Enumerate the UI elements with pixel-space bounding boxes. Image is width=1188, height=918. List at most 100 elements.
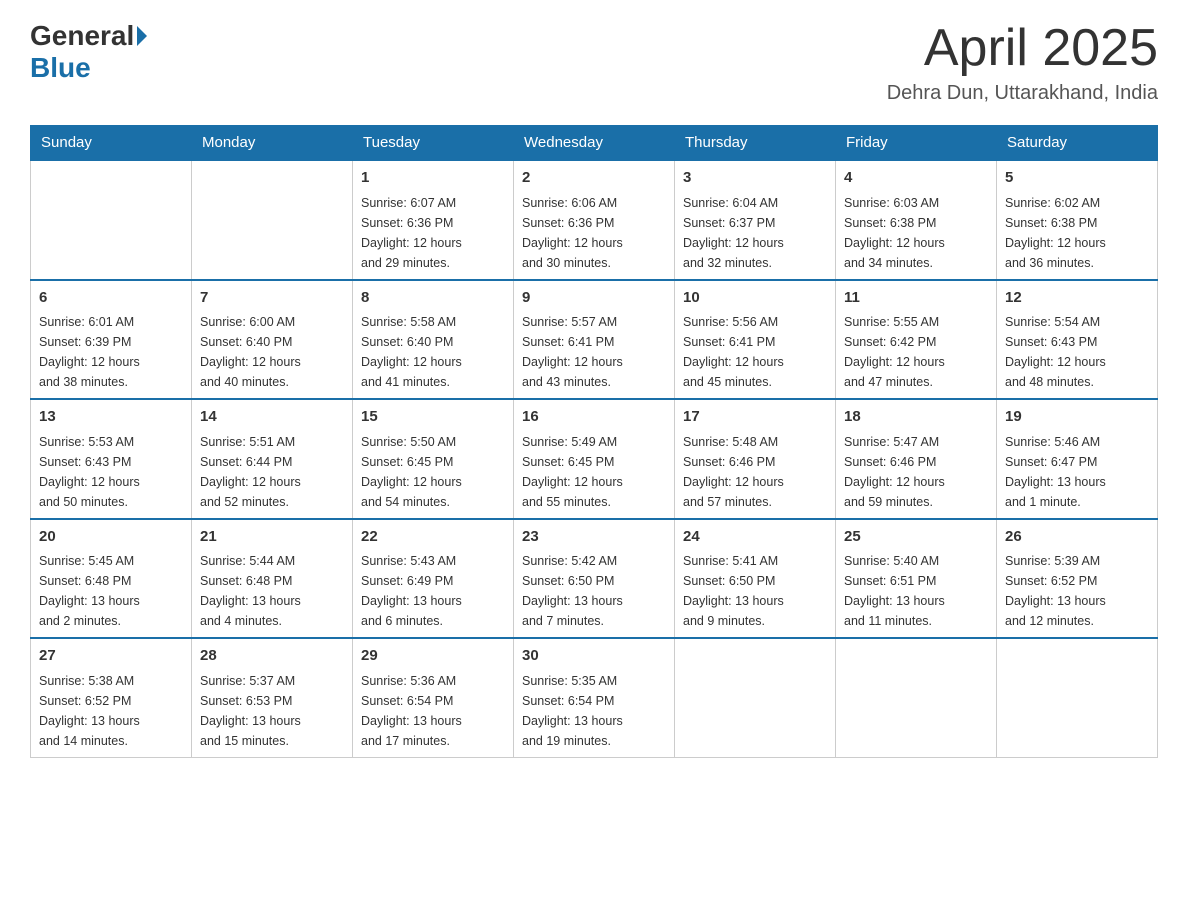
day-info: Sunrise: 5:57 AM Sunset: 6:41 PM Dayligh… bbox=[522, 312, 666, 392]
day-number: 24 bbox=[683, 526, 827, 549]
column-header-tuesday: Tuesday bbox=[353, 126, 514, 161]
day-number: 14 bbox=[200, 406, 344, 429]
day-info: Sunrise: 5:47 AM Sunset: 6:46 PM Dayligh… bbox=[844, 432, 988, 512]
calendar-cell bbox=[675, 638, 836, 757]
calendar-cell: 17 Sunrise: 5:48 AM Sunset: 6:46 PM Dayli… bbox=[675, 399, 836, 519]
day-number: 30 bbox=[522, 645, 666, 668]
column-header-monday: Monday bbox=[192, 126, 353, 161]
day-info: Sunrise: 6:02 AM Sunset: 6:38 PM Dayligh… bbox=[1005, 193, 1149, 273]
day-number: 26 bbox=[1005, 526, 1149, 549]
calendar-body: 1Sunrise: 6:07 AM Sunset: 6:36 PM Daylig… bbox=[31, 160, 1158, 757]
column-header-sunday: Sunday bbox=[31, 126, 192, 161]
calendar-cell: 5 Sunrise: 6:02 AM Sunset: 6:38 PM Daylig… bbox=[997, 160, 1158, 280]
column-header-saturday: Saturday bbox=[997, 126, 1158, 161]
column-header-wednesday: Wednesday bbox=[514, 126, 675, 161]
day-number: 4 bbox=[844, 167, 988, 190]
day-info: Sunrise: 5:55 AM Sunset: 6:42 PM Dayligh… bbox=[844, 312, 988, 392]
day-info: Sunrise: 6:01 AM Sunset: 6:39 PM Dayligh… bbox=[39, 312, 183, 392]
day-number: 7 bbox=[200, 287, 344, 310]
day-info: Sunrise: 5:37 AM Sunset: 6:53 PM Dayligh… bbox=[200, 671, 344, 751]
calendar-cell: 26Sunrise: 5:39 AM Sunset: 6:52 PM Dayli… bbox=[997, 519, 1158, 639]
day-number: 10 bbox=[683, 287, 827, 310]
day-info: Sunrise: 5:46 AM Sunset: 6:47 PM Dayligh… bbox=[1005, 432, 1149, 512]
day-number: 9 bbox=[522, 287, 666, 310]
day-number: 19 bbox=[1005, 406, 1149, 429]
calendar-cell: 16 Sunrise: 5:49 AM Sunset: 6:45 PM Dayli… bbox=[514, 399, 675, 519]
day-number: 21 bbox=[200, 526, 344, 549]
day-number: 27 bbox=[39, 645, 183, 668]
location-subtitle: Dehra Dun, Uttarakhand, India bbox=[887, 82, 1158, 105]
day-info: Sunrise: 5:58 AM Sunset: 6:40 PM Dayligh… bbox=[361, 312, 505, 392]
day-info: Sunrise: 5:50 AM Sunset: 6:45 PM Dayligh… bbox=[361, 432, 505, 512]
day-number: 8 bbox=[361, 287, 505, 310]
day-number: 22 bbox=[361, 526, 505, 549]
day-number: 5 bbox=[1005, 167, 1149, 190]
calendar-cell: 10Sunrise: 5:56 AM Sunset: 6:41 PM Dayli… bbox=[675, 280, 836, 400]
day-info: Sunrise: 5:48 AM Sunset: 6:46 PM Dayligh… bbox=[683, 432, 827, 512]
title-area: April 2025 Dehra Dun, Uttarakhand, India bbox=[887, 20, 1158, 105]
week-row-2: 6Sunrise: 6:01 AM Sunset: 6:39 PM Daylig… bbox=[31, 280, 1158, 400]
day-number: 12 bbox=[1005, 287, 1149, 310]
day-info: Sunrise: 5:49 AM Sunset: 6:45 PM Dayligh… bbox=[522, 432, 666, 512]
day-number: 13 bbox=[39, 406, 183, 429]
week-row-1: 1Sunrise: 6:07 AM Sunset: 6:36 PM Daylig… bbox=[31, 160, 1158, 280]
day-info: Sunrise: 6:06 AM Sunset: 6:36 PM Dayligh… bbox=[522, 193, 666, 273]
calendar-cell: 11Sunrise: 5:55 AM Sunset: 6:42 PM Dayli… bbox=[836, 280, 997, 400]
day-info: Sunrise: 5:42 AM Sunset: 6:50 PM Dayligh… bbox=[522, 551, 666, 631]
logo-arrow-icon bbox=[137, 26, 147, 46]
calendar-cell: 24Sunrise: 5:41 AM Sunset: 6:50 PM Dayli… bbox=[675, 519, 836, 639]
calendar-cell: 29Sunrise: 5:36 AM Sunset: 6:54 PM Dayli… bbox=[353, 638, 514, 757]
day-info: Sunrise: 5:39 AM Sunset: 6:52 PM Dayligh… bbox=[1005, 551, 1149, 631]
column-header-thursday: Thursday bbox=[675, 126, 836, 161]
calendar-cell: 25Sunrise: 5:40 AM Sunset: 6:51 PM Dayli… bbox=[836, 519, 997, 639]
month-title: April 2025 bbox=[887, 20, 1158, 77]
calendar-cell: 7Sunrise: 6:00 AM Sunset: 6:40 PM Daylig… bbox=[192, 280, 353, 400]
calendar-cell: 8Sunrise: 5:58 AM Sunset: 6:40 PM Daylig… bbox=[353, 280, 514, 400]
day-number: 16 bbox=[522, 406, 666, 429]
day-number: 6 bbox=[39, 287, 183, 310]
day-info: Sunrise: 5:44 AM Sunset: 6:48 PM Dayligh… bbox=[200, 551, 344, 631]
calendar-cell: 15Sunrise: 5:50 AM Sunset: 6:45 PM Dayli… bbox=[353, 399, 514, 519]
day-number: 17 bbox=[683, 406, 827, 429]
week-row-4: 20Sunrise: 5:45 AM Sunset: 6:48 PM Dayli… bbox=[31, 519, 1158, 639]
column-header-friday: Friday bbox=[836, 126, 997, 161]
calendar-cell: 28 Sunrise: 5:37 AM Sunset: 6:53 PM Dayli… bbox=[192, 638, 353, 757]
logo: General Blue bbox=[30, 20, 147, 84]
day-info: Sunrise: 5:54 AM Sunset: 6:43 PM Dayligh… bbox=[1005, 312, 1149, 392]
day-info: Sunrise: 6:04 AM Sunset: 6:37 PM Dayligh… bbox=[683, 193, 827, 273]
calendar-cell bbox=[836, 638, 997, 757]
calendar-header: SundayMondayTuesdayWednesdayThursdayFrid… bbox=[31, 126, 1158, 161]
calendar-cell: 22Sunrise: 5:43 AM Sunset: 6:49 PM Dayli… bbox=[353, 519, 514, 639]
calendar-cell: 3Sunrise: 6:04 AM Sunset: 6:37 PM Daylig… bbox=[675, 160, 836, 280]
calendar-cell: 14 Sunrise: 5:51 AM Sunset: 6:44 PM Dayli… bbox=[192, 399, 353, 519]
calendar-cell: 4 Sunrise: 6:03 AM Sunset: 6:38 PM Daylig… bbox=[836, 160, 997, 280]
calendar-cell: 2 Sunrise: 6:06 AM Sunset: 6:36 PM Daylig… bbox=[514, 160, 675, 280]
calendar-cell: 27 Sunrise: 5:38 AM Sunset: 6:52 PM Dayli… bbox=[31, 638, 192, 757]
day-info: Sunrise: 6:03 AM Sunset: 6:38 PM Dayligh… bbox=[844, 193, 988, 273]
day-info: Sunrise: 5:36 AM Sunset: 6:54 PM Dayligh… bbox=[361, 671, 505, 751]
calendar-cell bbox=[997, 638, 1158, 757]
day-number: 2 bbox=[522, 167, 666, 190]
day-info: Sunrise: 5:38 AM Sunset: 6:52 PM Dayligh… bbox=[39, 671, 183, 751]
calendar-table: SundayMondayTuesdayWednesdayThursdayFrid… bbox=[30, 125, 1158, 758]
calendar-cell bbox=[31, 160, 192, 280]
day-info: Sunrise: 5:40 AM Sunset: 6:51 PM Dayligh… bbox=[844, 551, 988, 631]
day-number: 25 bbox=[844, 526, 988, 549]
calendar-cell: 6Sunrise: 6:01 AM Sunset: 6:39 PM Daylig… bbox=[31, 280, 192, 400]
day-info: Sunrise: 5:56 AM Sunset: 6:41 PM Dayligh… bbox=[683, 312, 827, 392]
day-info: Sunrise: 5:43 AM Sunset: 6:49 PM Dayligh… bbox=[361, 551, 505, 631]
logo-blue-text: Blue bbox=[30, 52, 91, 84]
day-info: Sunrise: 6:00 AM Sunset: 6:40 PM Dayligh… bbox=[200, 312, 344, 392]
day-info: Sunrise: 5:51 AM Sunset: 6:44 PM Dayligh… bbox=[200, 432, 344, 512]
day-number: 11 bbox=[844, 287, 988, 310]
day-number: 18 bbox=[844, 406, 988, 429]
day-number: 23 bbox=[522, 526, 666, 549]
calendar-cell: 12Sunrise: 5:54 AM Sunset: 6:43 PM Dayli… bbox=[997, 280, 1158, 400]
day-info: Sunrise: 5:53 AM Sunset: 6:43 PM Dayligh… bbox=[39, 432, 183, 512]
calendar-cell: 19 Sunrise: 5:46 AM Sunset: 6:47 PM Dayli… bbox=[997, 399, 1158, 519]
calendar-cell: 21Sunrise: 5:44 AM Sunset: 6:48 PM Dayli… bbox=[192, 519, 353, 639]
day-info: Sunrise: 6:07 AM Sunset: 6:36 PM Dayligh… bbox=[361, 193, 505, 273]
day-number: 28 bbox=[200, 645, 344, 668]
logo-general-text: General bbox=[30, 20, 134, 52]
day-info: Sunrise: 5:35 AM Sunset: 6:54 PM Dayligh… bbox=[522, 671, 666, 751]
